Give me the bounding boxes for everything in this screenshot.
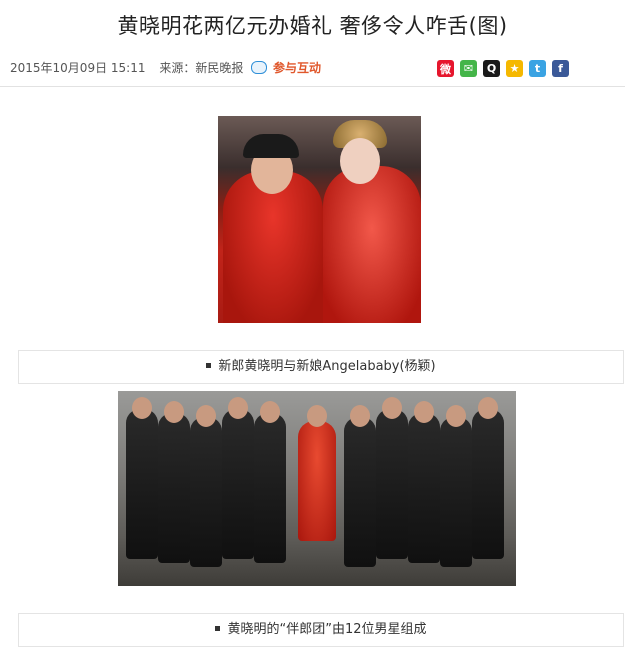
photo-caption: 黄晓明的“伴郎团”由12位男星组成 — [18, 613, 624, 647]
qzone-icon[interactable]: ★ — [506, 60, 523, 77]
caption-text: 新郎黄晓明与新娘Angelababy(杨颖) — [218, 359, 436, 374]
bullet-icon — [215, 626, 221, 631]
caption-text: 黄晓明的“伴郎团”由12位男星组成 — [227, 622, 427, 637]
article-title: 黄晓明花两亿元办婚礼 奢侈令人咋舌(图) — [117, 14, 508, 38]
qq-icon[interactable]: Q — [483, 60, 500, 77]
wechat-icon[interactable]: ✉ — [460, 60, 477, 77]
wedding-couple-photo — [218, 116, 421, 323]
interact-link[interactable]: 参与互动 — [273, 61, 321, 75]
photo-caption: 新郎黄晓明与新娘Angelababy(杨颖) — [18, 350, 624, 384]
divider — [0, 86, 625, 87]
comment-icon[interactable] — [251, 61, 268, 74]
tencent-weibo-icon[interactable]: t — [529, 60, 546, 77]
publish-date: 2015年10月09日 15:11 — [10, 61, 146, 75]
bullet-icon — [206, 363, 212, 368]
groomsmen-photo — [118, 391, 516, 586]
facebook-icon[interactable]: f — [552, 60, 569, 77]
weibo-icon[interactable]: 微 — [437, 60, 454, 77]
article-meta: 2015年10月09日 15:11 来源：新民晚报 参与互动 — [10, 59, 321, 76]
share-bar: 微 ✉ Q ★ t f — [437, 60, 569, 77]
article-source: 来源：新民晚报 — [159, 61, 244, 75]
